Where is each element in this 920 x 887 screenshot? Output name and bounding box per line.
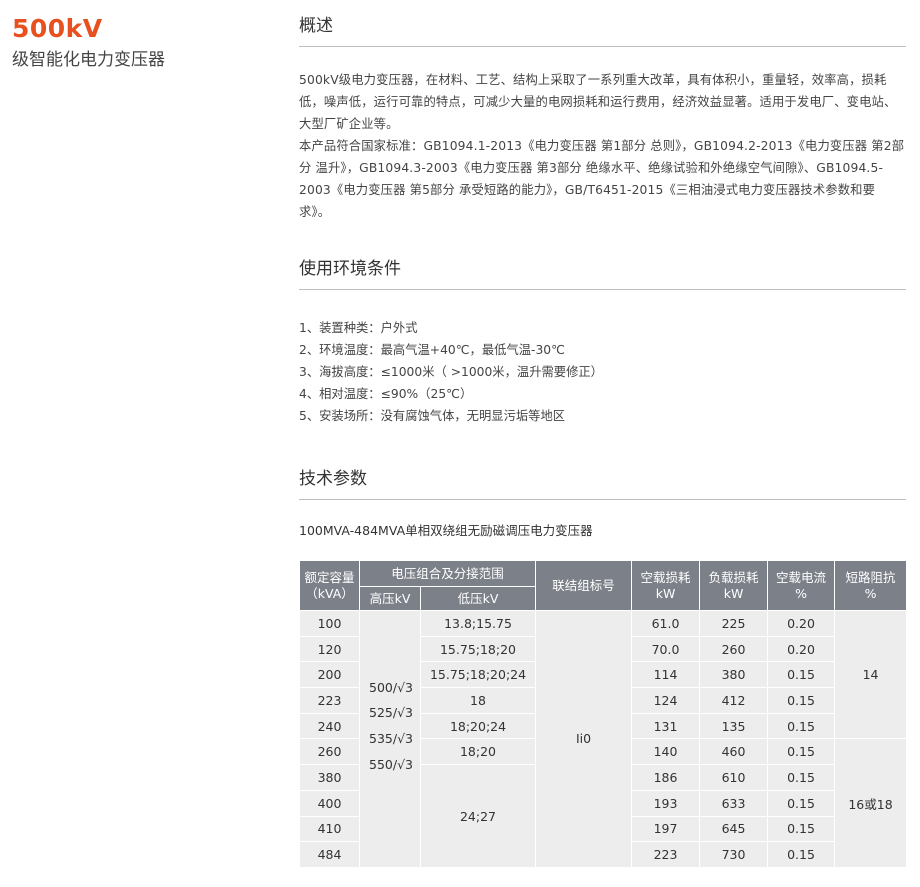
cell-noload-loss: 70.0 (631, 635, 701, 663)
cell-capacity: 400 (299, 789, 360, 817)
product-subtitle: 级智能化电力变压器 (12, 50, 165, 70)
cell-capacity: 200 (299, 661, 360, 689)
cell-noload-loss: 140 (631, 738, 701, 766)
cell-noload-current: 0.15 (767, 712, 836, 740)
cell-noload-loss: 193 (631, 789, 701, 817)
cell-capacity: 410 (299, 815, 360, 843)
cell-hv: 525/√3 (369, 705, 413, 721)
list-item: 3、海拔高度：≤1000米（ >1000米，温升需要修正） (299, 365, 603, 379)
header-impedance: 短路阻抗 % (834, 560, 908, 611)
cell-hv: 500/√3 (369, 679, 413, 695)
cell-noload-loss: 61.0 (631, 610, 701, 637)
cell-capacity: 380 (299, 764, 360, 791)
cell-load-loss: 730 (699, 841, 769, 868)
header-vector-group: 联结组标号 (535, 560, 633, 611)
cell-impedance: 16或18 (834, 738, 908, 868)
overview-heading: 概述 (299, 14, 906, 47)
overview-paragraph-2: 本产品符合国家标准：GB1094.1-2013《电力变压器 第1部分 总则》，G… (299, 139, 905, 219)
header-hv: 高压kV (359, 586, 421, 611)
cell-lv: 15.75;18;20 (419, 635, 537, 663)
cell-hv: 550/√3 (369, 756, 413, 772)
cell-noload-current: 0.15 (767, 661, 836, 689)
cell-noload-current: 0.15 (767, 789, 836, 817)
table-caption: 100MVA-484MVA单相双绕组无励磁调压电力变压器 (299, 523, 593, 538)
overview-paragraph-1: 500kV级电力变压器，在材料、工艺、结构上采取了一系列重大改革，具有体积小，重… (299, 73, 897, 131)
cell-noload-current: 0.20 (767, 610, 836, 637)
cell-load-loss: 460 (699, 738, 769, 766)
cell-noload-current: 0.15 (767, 687, 836, 714)
cell-noload-current: 0.20 (767, 635, 836, 663)
cell-capacity: 100 (299, 610, 360, 637)
cell-load-loss: 633 (699, 789, 769, 817)
cell-capacity: 484 (299, 841, 360, 868)
cell-lv: 18;20 (419, 738, 537, 766)
cell-noload-loss: 114 (631, 661, 701, 689)
cell-hv-group: 500/√3 525/√3 535/√3 550/√3 (359, 610, 421, 868)
list-item: 2、环境温度：最高气温+40℃，最低气温-30℃ (299, 343, 565, 357)
cell-lv: 13.8;15.75 (419, 610, 537, 637)
cell-noload-current: 0.15 (767, 815, 836, 843)
list-item: 5、安装场所：没有腐蚀气体，无明显污垢等地区 (299, 409, 566, 423)
header-lv: 低压kV (419, 586, 537, 611)
cell-lv: 18;20;24 (419, 712, 537, 740)
table-row: 100 500/√3 525/√3 535/√3 550/√3 13.8;15.… (299, 609, 908, 868)
list-item: 4、相对温度：≤90%（25℃） (299, 387, 473, 401)
specs-heading: 技术参数 (299, 467, 906, 500)
conditions-list: 1、装置种类：户外式 2、环境温度：最高气温+40℃，最低气温-30℃ 3、海拔… (299, 317, 906, 427)
cell-capacity: 223 (299, 687, 360, 714)
conditions-heading-label: 使用环境条件 (299, 259, 401, 279)
header-noload-loss: 空载损耗 kW (631, 560, 701, 611)
product-heading: 500kV 级智能化电力变压器 (12, 14, 272, 72)
cell-lv: 15.75;18;20;24 (419, 661, 537, 689)
header-noload-current: 空载电流 % (767, 560, 836, 611)
cell-noload-loss: 223 (631, 841, 701, 868)
specs-heading-label: 技术参数 (299, 469, 367, 489)
overview-heading-label: 概述 (299, 16, 333, 36)
cell-load-loss: 135 (699, 712, 769, 740)
cell-lv: 24;27 (419, 764, 537, 868)
header-voltage-group: 电压组合及分接范围 (358, 560, 537, 587)
conditions-heading: 使用环境条件 (299, 257, 906, 290)
spec-table: 额定容量 （kVA） 电压组合及分接范围 联结组标号 空载损耗 kW 负载损耗 … (299, 560, 908, 868)
cell-noload-loss: 131 (631, 712, 701, 740)
cell-load-loss: 225 (699, 610, 769, 637)
cell-noload-current: 0.15 (767, 738, 836, 766)
cell-impedance: 14 (834, 609, 908, 740)
cell-noload-loss: 197 (631, 815, 701, 843)
cell-load-loss: 610 (699, 764, 769, 791)
cell-load-loss: 645 (699, 815, 769, 843)
cell-load-loss: 260 (699, 635, 769, 663)
cell-hv: 535/√3 (369, 730, 413, 746)
cell-load-loss: 380 (699, 661, 769, 689)
cell-capacity: 240 (299, 712, 360, 740)
cell-noload-loss: 186 (631, 764, 701, 791)
cell-noload-current: 0.15 (767, 841, 836, 868)
cell-capacity: 260 (299, 738, 360, 766)
cell-noload-current: 0.15 (767, 764, 836, 791)
cell-load-loss: 412 (699, 687, 769, 714)
header-capacity: 额定容量 （kVA） (299, 560, 360, 611)
product-title: 500kV (12, 14, 103, 43)
list-item: 1、装置种类：户外式 (299, 321, 418, 335)
cell-noload-loss: 124 (631, 687, 701, 714)
cell-lv: 18 (419, 687, 537, 714)
cell-capacity: 120 (299, 635, 360, 663)
cell-vector-group: Ii0 (535, 610, 633, 868)
header-load-loss: 负载损耗 kW (699, 560, 769, 611)
